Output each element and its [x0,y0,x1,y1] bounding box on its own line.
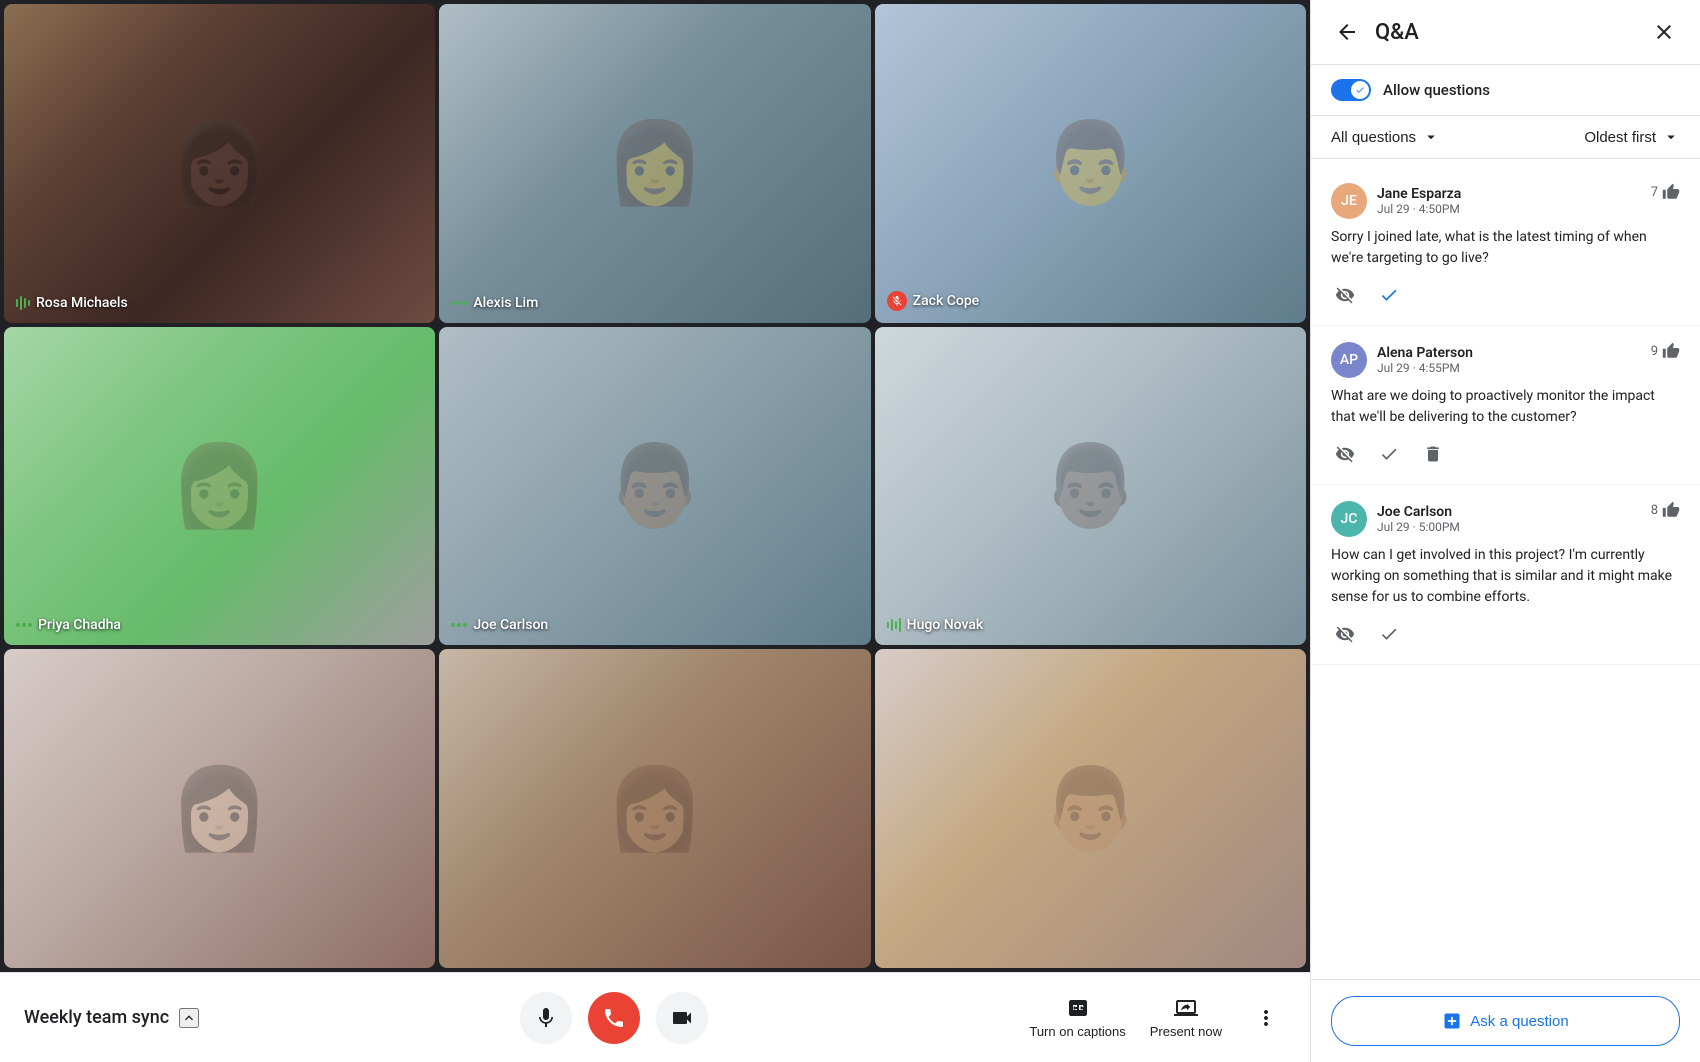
video-cell-rosa: 👩🏿 Rosa Michaels [4,4,435,323]
hide-question-3-button[interactable] [1331,620,1359,648]
question-item-1: JE Jane Esparza Jul 29 · 4:50PM 7 Sorry … [1311,167,1700,326]
ask-question-button[interactable]: Ask a question [1331,996,1680,1046]
question-text-3: How can I get involved in this project? … [1331,545,1680,608]
captions-button[interactable]: Turn on captions [1029,996,1125,1039]
allow-questions-label: Allow questions [1383,81,1490,99]
qa-close-button[interactable] [1648,16,1680,48]
question-header-2: AP Alena Paterson Jul 29 · 4:55PM 9 [1331,342,1680,378]
camera-button[interactable] [656,992,708,1044]
video-cell-priya: 👩🏽 Priya Chadha [4,327,435,646]
avatar-alena: AP [1331,342,1367,378]
video-area: 👩🏿 Rosa Michaels 👩 Alexis Lim [0,0,1310,1062]
question-text-2: What are we doing to proactively monitor… [1331,386,1680,428]
participant-name-joe: Joe Carlson [451,617,548,633]
participant-name-priya: Priya Chadha [16,617,121,633]
question-user-2: AP Alena Paterson Jul 29 · 4:55PM [1331,342,1473,378]
question-item-3: JC Joe Carlson Jul 29 · 5:00PM 8 How can… [1311,485,1700,665]
question-header-3: JC Joe Carlson Jul 29 · 5:00PM 8 [1331,501,1680,537]
all-questions-filter[interactable]: All questions [1331,128,1440,146]
hide-question-1-button[interactable] [1331,281,1359,309]
qa-header-left: Q&A [1331,16,1419,48]
user-info-alena: Alena Paterson Jul 29 · 4:55PM [1377,345,1473,375]
video-cell-p8: 👩🏽 [439,649,870,968]
question-user-3: JC Joe Carlson Jul 29 · 5:00PM [1331,501,1460,537]
mic-indicator-rosa [16,296,30,310]
video-cell-zack: 👨 Zack Cope [875,4,1306,323]
video-cell-alexis: 👩 Alexis Lim [439,4,870,323]
present-label: Present now [1150,1024,1222,1039]
check-question-3-button[interactable] [1375,620,1403,648]
question-user-1: JE Jane Esparza Jul 29 · 4:50PM [1331,183,1461,219]
meeting-title-text: Weekly team sync [24,1007,169,1028]
participant-name-rosa: Rosa Michaels [16,295,128,311]
video-cell-joe: 👨🏾 Joe Carlson [439,327,870,646]
participant-name-zack: Zack Cope [887,291,980,311]
question-header-1: JE Jane Esparza Jul 29 · 4:50PM 7 [1331,183,1680,219]
question-text-1: Sorry I joined late, what is the latest … [1331,227,1680,269]
video-cell-p9: 👨🏽 [875,649,1306,968]
user-info-jane: Jane Esparza Jul 29 · 4:50PM [1377,186,1461,216]
question-actions-3 [1331,620,1680,648]
mic-muted-zack [887,291,907,311]
like-count-2: 9 [1651,342,1680,360]
more-options-button[interactable] [1246,998,1286,1038]
qa-panel: Q&A Allow questions All questions O [1310,0,1700,1062]
participant-name-hugo: Hugo Novak [887,617,984,633]
avatar-joe: JC [1331,501,1367,537]
qa-header: Q&A [1311,0,1700,65]
qa-questions-list: JE Jane Esparza Jul 29 · 4:50PM 7 Sorry … [1311,159,1700,979]
like-count-3: 8 [1651,501,1680,519]
microphone-button[interactable] [520,992,572,1044]
captions-label: Turn on captions [1029,1024,1125,1039]
participant-name-alexis: Alexis Lim [451,295,538,311]
bottom-bar: Weekly team sync [0,972,1310,1062]
sort-filter[interactable]: Oldest first [1584,128,1680,146]
qa-filters: All questions Oldest first [1311,116,1700,159]
mic-indicator-hugo [887,618,901,632]
expand-meeting-button[interactable] [179,1008,199,1028]
controls-right: Turn on captions Present now [1029,996,1286,1039]
question-actions-2 [1331,440,1680,468]
qa-footer: Ask a question [1311,979,1700,1062]
hide-question-2-button[interactable] [1331,440,1359,468]
end-call-button[interactable] [588,992,640,1044]
like-count-1: 7 [1651,183,1680,201]
toggle-knob [1351,81,1369,99]
video-cell-hugo: 👨🏿 Hugo Novak [875,327,1306,646]
question-actions-1 [1331,281,1680,309]
present-now-button[interactable]: Present now [1150,996,1222,1039]
more-dots-alexis [451,301,467,305]
allow-questions-toggle[interactable] [1331,79,1371,101]
video-cell-p7: 👩🏻 [4,649,435,968]
question-item-2: AP Alena Paterson Jul 29 · 4:55PM 9 What… [1311,326,1700,485]
delete-question-2-button[interactable] [1419,440,1447,468]
check-question-2-button[interactable] [1375,440,1403,468]
video-grid: 👩🏿 Rosa Michaels 👩 Alexis Lim [0,0,1310,972]
allow-questions-row: Allow questions [1311,65,1700,116]
ask-question-label: Ask a question [1470,1013,1568,1030]
meeting-title-area: Weekly team sync [24,1007,199,1028]
check-question-1-button[interactable] [1375,281,1403,309]
avatar-jane: JE [1331,183,1367,219]
controls-center [520,992,708,1044]
user-info-joe-q: Joe Carlson Jul 29 · 5:00PM [1377,504,1460,534]
qa-back-button[interactable] [1331,16,1363,48]
qa-title: Q&A [1375,20,1419,45]
